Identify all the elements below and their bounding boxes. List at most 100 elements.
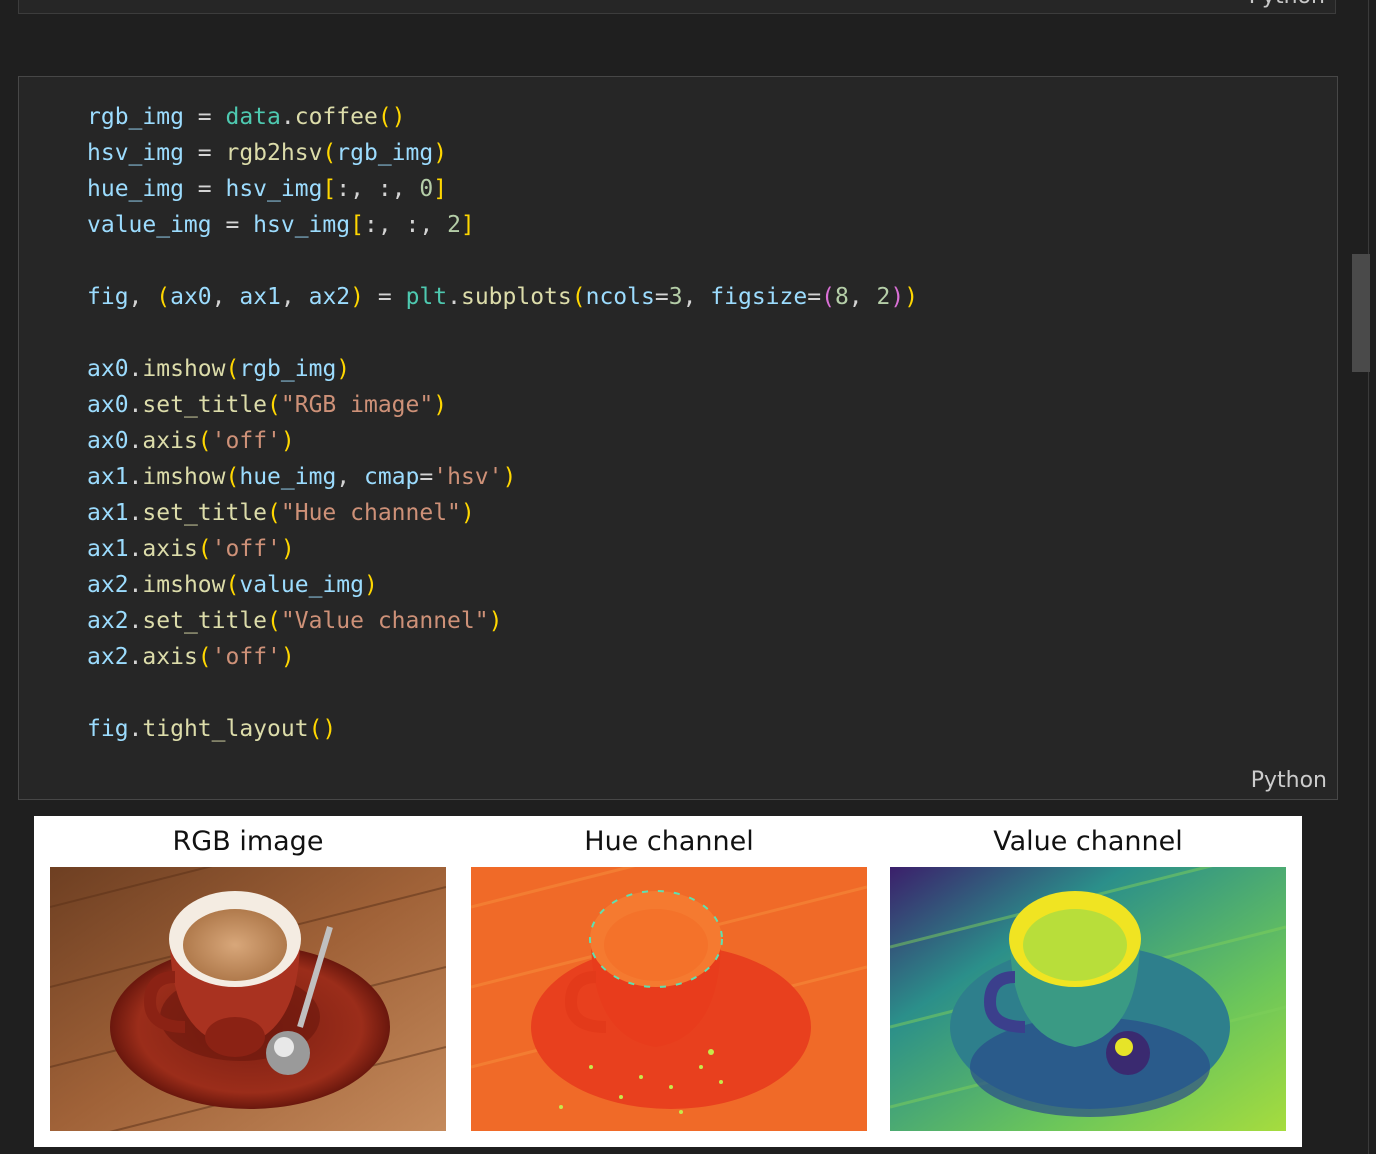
code-token: ax0 [87,356,129,382]
code-token: ( [225,572,240,598]
subplot-rgb: RGB image [50,816,446,1147]
code-token: = [211,212,254,238]
code-line[interactable]: ax2.imshow(value_img) [87,567,918,603]
coffee-value-image [890,867,1286,1131]
code-token: ) [433,392,448,418]
subplot-title: Value channel [993,826,1183,857]
code-token: ) [460,500,475,526]
code-line[interactable]: ax0.imshow(rgb_img) [87,351,918,387]
code-line[interactable]: value_img = hsv_img[:, :, 2] [87,207,918,243]
code-token: , [128,284,157,310]
code-token: value_img [87,212,212,238]
code-token: = [183,104,226,130]
code-token: ) [280,644,295,670]
code-token: [ [350,212,364,238]
code-token: tight_layout [142,716,309,742]
code-token: ( [267,392,281,418]
code-token: ( [225,464,240,490]
code-editor[interactable]: rgb_img = data.coffee() hsv_img = rgb2hsv… [87,99,918,747]
code-token: set_title [142,608,268,634]
code-token: set_title [142,392,268,418]
code-token: 'off' [211,536,281,562]
code-token: ( [821,284,835,310]
code-line[interactable]: ax2.set_title("Value channel") [87,603,918,639]
code-token: plt [405,284,448,310]
code-token: ax1 [87,500,129,526]
code-token: . [128,536,143,562]
code-token: rgb_img [336,140,434,166]
coffee-rgb-image [50,867,446,1131]
subplot-title: Hue channel [584,826,754,857]
code-token: imshow [142,356,226,382]
code-token: rgb_img [87,104,184,130]
code-token: imshow [142,464,226,490]
code-line[interactable]: fig, (ax0, ax1, ax2) = plt.subplots(ncol… [87,279,918,315]
cell-language-label[interactable]: Python [1251,768,1327,793]
code-token: ax0 [170,284,212,310]
code-token: ) [280,536,295,562]
cell-language-label[interactable]: Python [1249,0,1325,9]
code-line[interactable]: rgb_img = data.coffee() [87,99,918,135]
code-token: ) [336,356,351,382]
code-token: hsv_img [253,212,351,238]
code-token: . [128,572,143,598]
code-token: ax0 [87,428,129,454]
scrollbar-thumb[interactable] [1352,254,1370,372]
subplot-title: RGB image [172,826,324,857]
code-token: ax2 [87,572,129,598]
code-line[interactable]: ax1.axis('off') [87,531,918,567]
code-token: imshow [142,572,226,598]
code-token: ncols [585,284,655,310]
code-token: = [183,176,226,202]
code-token: [ [322,176,337,202]
code-token: :, :, [363,212,448,238]
code-line[interactable]: hsv_img = rgb2hsv(rgb_img) [87,135,918,171]
code-token: 'off' [211,644,281,670]
code-token: :, :, [336,176,420,202]
code-token: ax1 [87,536,129,562]
code-token: axis [142,536,198,562]
code-token: () [308,716,337,742]
code-line[interactable]: ax1.set_title("Hue channel") [87,495,918,531]
code-token: ) [904,284,919,310]
code-token: , [280,284,309,310]
code-token: figsize [710,284,808,310]
code-token: . [128,356,143,382]
code-token: rgb_img [239,356,337,382]
code-token: , [211,284,240,310]
code-line[interactable] [87,243,918,279]
code-token: . [128,392,143,418]
code-token: ax1 [87,464,129,490]
code-token: set_title [142,500,268,526]
code-line[interactable]: ax0.set_title("RGB image") [87,387,918,423]
code-token: 'off' [211,428,281,454]
code-token: 0 [419,176,434,202]
code-line[interactable]: hue_img = hsv_img[:, :, 0] [87,171,918,207]
code-token: 8 [834,284,849,310]
code-line[interactable] [87,315,918,351]
code-token: ( [197,536,212,562]
code-token: , [682,284,711,310]
code-line[interactable]: ax2.axis('off') [87,639,918,675]
code-line[interactable] [87,675,918,711]
code-token: , [336,464,364,490]
code-line[interactable]: ax1.imshow(hue_img, cmap='hsv') [87,459,918,495]
code-token: ( [571,284,586,310]
code-token: ax2 [308,284,351,310]
code-token: 3 [668,284,683,310]
code-token: "Hue channel" [280,500,461,526]
code-token: ( [322,140,337,166]
code-line[interactable]: fig.tight_layout() [87,711,918,747]
editor-scrollbar[interactable] [1350,0,1376,1154]
scrollbar-divider [1368,0,1369,1154]
code-token: ) [890,284,905,310]
code-token: ) [280,428,295,454]
code-token: "RGB image" [280,392,434,418]
code-token: value_img [239,572,364,598]
previous-code-cell[interactable]: Python [18,0,1336,14]
code-token: ( [267,608,281,634]
code-line[interactable]: ax0.axis('off') [87,423,918,459]
code-token: ( [197,428,212,454]
code-token: ( [267,500,281,526]
code-cell[interactable]: rgb_img = data.coffee() hsv_img = rgb2hsv… [18,76,1338,800]
